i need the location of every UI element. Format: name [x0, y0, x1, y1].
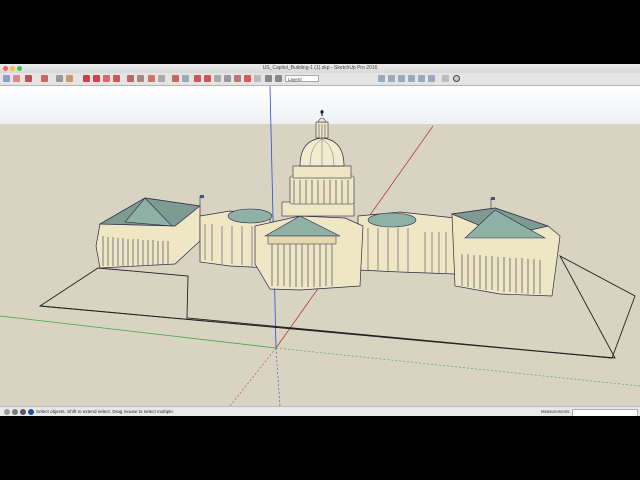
- rectangle-tool-icon[interactable]: [56, 75, 63, 82]
- text-tool-icon[interactable]: [158, 75, 165, 82]
- zoom-extents-tool-icon[interactable]: [204, 75, 211, 82]
- layer-select[interactable]: Layer0: [285, 75, 319, 82]
- orbit-tool-icon[interactable]: [172, 75, 179, 82]
- modeling-viewport[interactable]: [0, 85, 640, 407]
- window-title: US_Capitol_Building-1 (1).skp - SketchUp…: [262, 65, 378, 71]
- look-around-tool-icon[interactable]: [234, 75, 241, 82]
- status-hint: Select objects. Shift to extend select. …: [36, 409, 175, 414]
- move-tool-icon[interactable]: [83, 75, 90, 82]
- section-plane-tool-icon[interactable]: [254, 75, 261, 82]
- measurements-label: Measurements: [541, 409, 570, 414]
- iso-view-icon[interactable]: [378, 75, 385, 82]
- xray-style-icon[interactable]: [442, 75, 449, 82]
- push-pull-tool-icon[interactable]: [66, 75, 73, 82]
- help-icon[interactable]: [28, 409, 34, 415]
- model-canvas[interactable]: [0, 85, 640, 407]
- measurements-input[interactable]: [572, 409, 638, 416]
- top-view-icon[interactable]: [388, 75, 395, 82]
- line-tool-icon[interactable]: [25, 75, 32, 82]
- shadows-toggle-icon[interactable]: [453, 75, 460, 82]
- offset-tool-icon[interactable]: [127, 75, 134, 82]
- layers-tool-icon[interactable]: [275, 75, 282, 82]
- credits-icon[interactable]: [12, 409, 18, 415]
- right-connector[interactable]: [357, 211, 456, 275]
- previous-view-tool-icon[interactable]: [214, 75, 221, 82]
- zoom-tool-icon[interactable]: [194, 75, 201, 82]
- shape-tool-icon[interactable]: [41, 75, 48, 82]
- position-camera-tool-icon[interactable]: [244, 75, 251, 82]
- central-block[interactable]: [254, 215, 364, 291]
- sky: [0, 86, 640, 124]
- walk-tool-icon[interactable]: [224, 75, 231, 82]
- dimension-tool-icon[interactable]: [148, 75, 155, 82]
- styles-tool-icon[interactable]: [265, 75, 272, 82]
- eraser-tool-icon[interactable]: [13, 75, 20, 82]
- follow-me-tool-icon[interactable]: [103, 75, 110, 82]
- select-tool-icon[interactable]: [3, 75, 10, 82]
- scale-tool-icon[interactable]: [113, 75, 120, 82]
- main-toolbar: Layer0: [0, 73, 640, 86]
- user-icon[interactable]: [20, 409, 26, 415]
- rotate-tool-icon[interactable]: [93, 75, 100, 82]
- sketchup-window: US_Capitol_Building-1 (1).skp - SketchUp…: [0, 64, 640, 416]
- pan-tool-icon[interactable]: [182, 75, 189, 82]
- tape-measure-tool-icon[interactable]: [137, 75, 144, 82]
- status-bar: Select objects. Shift to extend select. …: [0, 406, 640, 416]
- geo-location-icon[interactable]: [4, 409, 10, 415]
- back-view-icon[interactable]: [418, 75, 425, 82]
- left-view-icon[interactable]: [428, 75, 435, 82]
- right-view-icon[interactable]: [408, 75, 415, 82]
- front-view-icon[interactable]: [398, 75, 405, 82]
